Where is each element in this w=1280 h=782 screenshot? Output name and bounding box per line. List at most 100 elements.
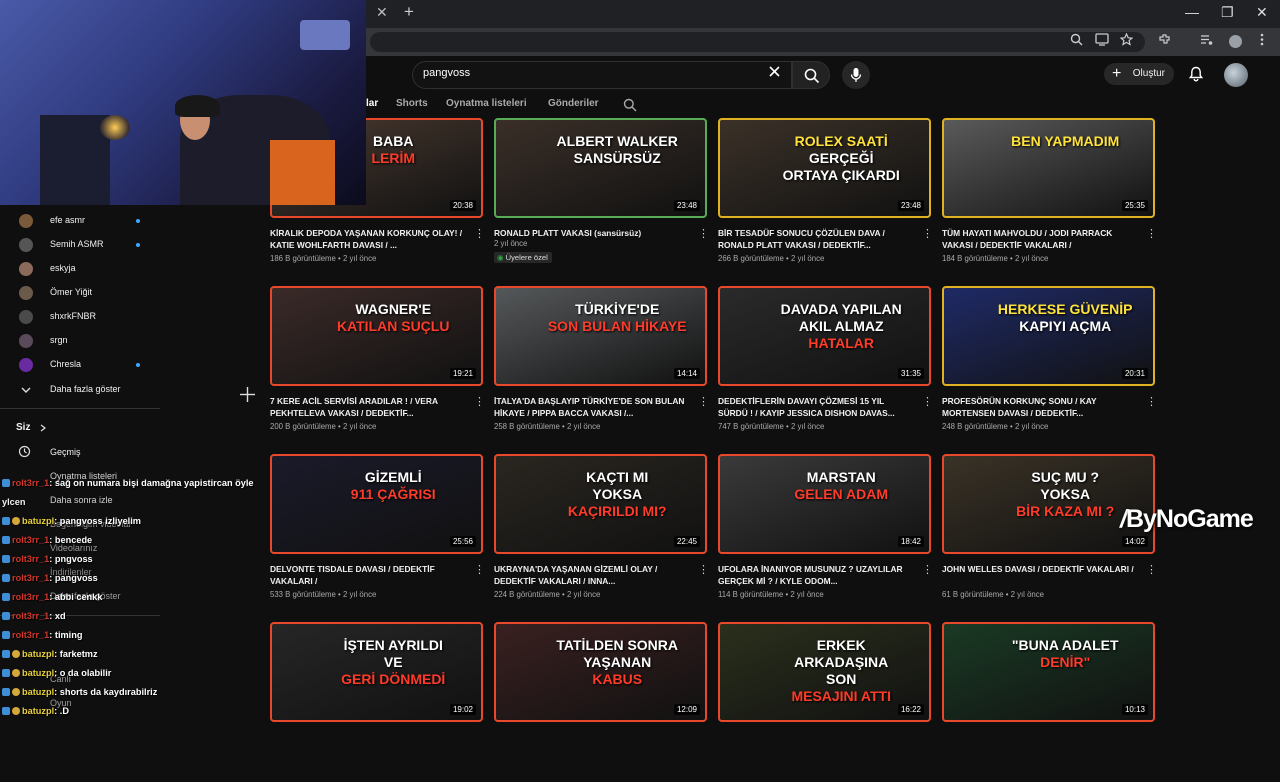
minimize-icon[interactable]: — xyxy=(1185,4,1199,20)
video-card[interactable]: TÜRKİYE'DE SON BULAN HİKAYE 14:14 İTALYA'DA… xyxy=(494,286,709,446)
video-title[interactable]: TÜM HAYATI MAHVOLDU / JODI PARRACK VAKAS… xyxy=(942,227,1138,251)
video-thumbnail[interactable]: TATİLDEN SONRA YAŞANAN KABUS 12:09 xyxy=(494,622,707,722)
chat-text: : abbi cenkk xyxy=(49,592,103,602)
show-more-subscriptions[interactable]: Daha fazla göster xyxy=(16,380,166,400)
subscription-item[interactable]: eskyja xyxy=(16,259,166,279)
video-thumbnail[interactable]: SUÇ MU ? YOKSA BİR KAZA MI ? 14:02 xyxy=(942,454,1155,554)
close-window-icon[interactable]: ✕ xyxy=(1256,4,1268,21)
more-options-icon[interactable]: ⋮ xyxy=(1146,227,1157,240)
video-thumbnail[interactable]: HERKESE GÜVENİP KAPIYI AÇMA 20:31 xyxy=(942,286,1155,386)
video-card[interactable]: KAÇTI MI YOKSA KAÇIRILDI MI? 22:45 UKRAYNA'D… xyxy=(494,454,709,614)
thumbnail-caption-line: ROLEX SAATİ xyxy=(794,133,888,150)
search-button[interactable] xyxy=(792,61,830,89)
video-title[interactable]: UKRAYNA'DA YAŞANAN GİZEMLİ OLAY / DEDEKT… xyxy=(494,563,690,587)
video-title[interactable]: PROFESÖRÜN KORKUNÇ SONU / KAY MORTENSEN … xyxy=(942,395,1138,419)
media-controls-icon[interactable] xyxy=(1200,33,1213,49)
video-card[interactable]: GİZEMLİ 911 ÇAĞRISI 25:56 DELVONTE TISDALE … xyxy=(270,454,485,614)
video-card[interactable]: DAVADA YAPILAN AKIL ALMAZ HATALAR 31:35 DEDE… xyxy=(718,286,933,446)
video-title[interactable]: UFOLARA İNANIYOR MUSUNUZ ? UZAYLILAR GER… xyxy=(718,563,914,587)
video-thumbnail[interactable]: GİZEMLİ 911 ÇAĞRISI 25:56 xyxy=(270,454,483,554)
video-thumbnail[interactable]: "BUNA ADALET DENİR" 10:13 xyxy=(942,622,1155,722)
thumbnail-caption-line: HATALAR xyxy=(808,335,874,352)
more-options-icon[interactable]: ⋮ xyxy=(474,395,485,408)
thumbnail-caption: TATİLDEN SONRA YAŞANAN KABUS xyxy=(538,637,697,688)
video-card[interactable]: BEN YAPMADIM 25:35 TÜM HAYATI MAHVOLDU / J… xyxy=(942,118,1157,278)
video-thumbnail[interactable]: KAÇTI MI YOKSA KAÇIRILDI MI? 22:45 xyxy=(494,454,707,554)
search-input[interactable]: pangvoss xyxy=(423,67,470,79)
notifications-bell-icon[interactable] xyxy=(1188,66,1204,82)
more-options-icon[interactable]: ⋮ xyxy=(1146,395,1157,408)
subscription-item[interactable]: Chresla xyxy=(16,355,166,375)
video-thumbnail[interactable]: ERKEK ARKADAŞINA SON MESAJINI ATTI 16:22 xyxy=(718,622,931,722)
more-options-icon[interactable]: ⋮ xyxy=(922,563,933,576)
video-meta: 114 B görüntüleme • 2 yıl önce xyxy=(718,590,824,599)
video-card[interactable]: ALBERT WALKER SANSÜRSÜZ 23:48 RONALD PLATT … xyxy=(494,118,709,278)
video-title[interactable]: DELVONTE TISDALE DAVASI / DEDEKTİF VAKAL… xyxy=(270,563,466,587)
chat-text: : pngvoss xyxy=(49,554,93,564)
close-tab-icon[interactable]: ✕ xyxy=(376,4,388,21)
sidebar-item-history[interactable]: Geçmiş xyxy=(50,447,81,457)
subscription-item[interactable]: shxrkFNBR xyxy=(16,307,166,327)
sidebar-item-watch-later[interactable]: Daha sonra izle xyxy=(50,495,113,505)
video-title[interactable]: JOHN WELLES DAVASI / DEDEKTİF VAKALARI / xyxy=(942,563,1138,575)
voice-search-button[interactable] xyxy=(842,61,870,89)
browser-menu-icon[interactable] xyxy=(1260,33,1264,49)
video-card[interactable]: MARSTAN GELEN ADAM 18:42 UFOLARA İNANIYOR M… xyxy=(718,454,933,614)
extensions-icon[interactable] xyxy=(1158,33,1171,49)
clear-search-icon[interactable] xyxy=(768,63,781,83)
more-options-icon[interactable]: ⋮ xyxy=(922,395,933,408)
subscription-item[interactable]: srgn xyxy=(16,331,166,351)
more-options-icon[interactable]: ⋮ xyxy=(1146,563,1157,576)
tab-videos[interactable]: lar xyxy=(366,98,378,109)
address-bar[interactable] xyxy=(370,32,1145,52)
you-section-title[interactable]: Siz xyxy=(16,422,30,433)
tab-shorts[interactable]: Shorts xyxy=(396,98,428,109)
video-thumbnail[interactable]: MARSTAN GELEN ADAM 18:42 xyxy=(718,454,931,554)
video-thumbnail[interactable]: BEN YAPMADIM 25:35 xyxy=(942,118,1155,218)
subscription-item[interactable]: Semih ASMR xyxy=(16,235,166,255)
video-card[interactable]: WAGNER'E KATILAN SUÇLU 19:21 7 KERE ACİL SE… xyxy=(270,286,485,446)
video-title[interactable]: BİR TESADÜF SONUCU ÇÖZÜLEN DAVA / RONALD… xyxy=(718,227,914,251)
video-card[interactable]: ERKEK ARKADAŞINA SON MESAJINI ATTI 16:22 xyxy=(718,622,931,782)
video-thumbnail[interactable]: İŞTEN AYRILDI VE GERİ DÖNMEDİ 19:02 xyxy=(270,622,483,722)
video-title[interactable]: KİRALIK DEPODA YAŞANAN KORKUNÇ OLAY! / K… xyxy=(270,227,466,251)
video-title[interactable]: İTALYA'DA BAŞLAYIP TÜRKİYE'DE SON BULAN … xyxy=(494,395,690,419)
more-options-icon[interactable]: ⋮ xyxy=(474,563,485,576)
video-card[interactable]: İŞTEN AYRILDI VE GERİ DÖNMEDİ 19:02 xyxy=(270,622,483,782)
chat-badge-icon xyxy=(2,631,10,639)
video-title[interactable]: DEDEKTİFLERİN DAVAYI ÇÖZMESİ 15 YIL SÜRD… xyxy=(718,395,914,419)
chat-username: rolt3rr_1 xyxy=(12,535,50,545)
tab-posts[interactable]: Gönderiler xyxy=(548,98,599,109)
install-app-icon[interactable] xyxy=(1095,33,1109,49)
maximize-icon[interactable]: ❐ xyxy=(1221,4,1234,21)
video-title[interactable]: RONALD PLATT VAKASI (sansürsüz) xyxy=(494,227,690,239)
video-title[interactable]: 7 KERE ACİL SERVİSİ ARADILAR ! / VERA PE… xyxy=(270,395,466,419)
more-options-icon[interactable]: ⋮ xyxy=(698,563,709,576)
video-thumbnail[interactable]: ROLEX SAATİ GERÇEĞİ ORTAYA ÇIKARDI 23:48 xyxy=(718,118,931,218)
chat-message: batuzpl: .D xyxy=(2,706,69,716)
video-thumbnail[interactable]: WAGNER'E KATILAN SUÇLU 19:21 xyxy=(270,286,483,386)
browser-profile-icon[interactable] xyxy=(1229,35,1242,48)
video-card[interactable]: TATİLDEN SONRA YAŞANAN KABUS 12:09 xyxy=(494,622,707,782)
chat-text: : o da olabilir xyxy=(54,668,112,678)
account-avatar[interactable] xyxy=(1224,63,1248,87)
video-card[interactable]: HERKESE GÜVENİP KAPIYI AÇMA 20:31 PROFESÖRÜ… xyxy=(942,286,1157,446)
video-card[interactable]: SUÇ MU ? YOKSA BİR KAZA MI ? 14:02 JOHN WELL… xyxy=(942,454,1157,614)
bookmark-star-icon[interactable] xyxy=(1119,32,1134,49)
more-options-icon[interactable]: ⋮ xyxy=(698,227,709,240)
video-card[interactable]: ROLEX SAATİ GERÇEĞİ ORTAYA ÇIKARDI 23:48 BİR… xyxy=(718,118,933,278)
more-options-icon[interactable]: ⋮ xyxy=(474,227,485,240)
zoom-icon[interactable] xyxy=(1070,33,1083,49)
channel-avatar xyxy=(19,262,33,276)
video-thumbnail[interactable]: DAVADA YAPILAN AKIL ALMAZ HATALAR 31:35 xyxy=(718,286,931,386)
new-tab-icon[interactable]: + xyxy=(404,2,414,22)
more-options-icon[interactable]: ⋮ xyxy=(698,395,709,408)
video-thumbnail[interactable]: TÜRKİYE'DE SON BULAN HİKAYE 14:14 xyxy=(494,286,707,386)
channel-search-icon[interactable] xyxy=(623,98,637,112)
subscription-item[interactable]: Ömer Yiğit xyxy=(16,283,166,303)
more-options-icon[interactable]: ⋮ xyxy=(922,227,933,240)
subscription-item[interactable]: efe asmr xyxy=(16,211,166,231)
video-thumbnail[interactable]: ALBERT WALKER SANSÜRSÜZ 23:48 xyxy=(494,118,707,218)
tab-playlists[interactable]: Oynatma listeleri xyxy=(446,98,527,109)
video-card[interactable]: "BUNA ADALET DENİR" 10:13 xyxy=(942,622,1155,782)
